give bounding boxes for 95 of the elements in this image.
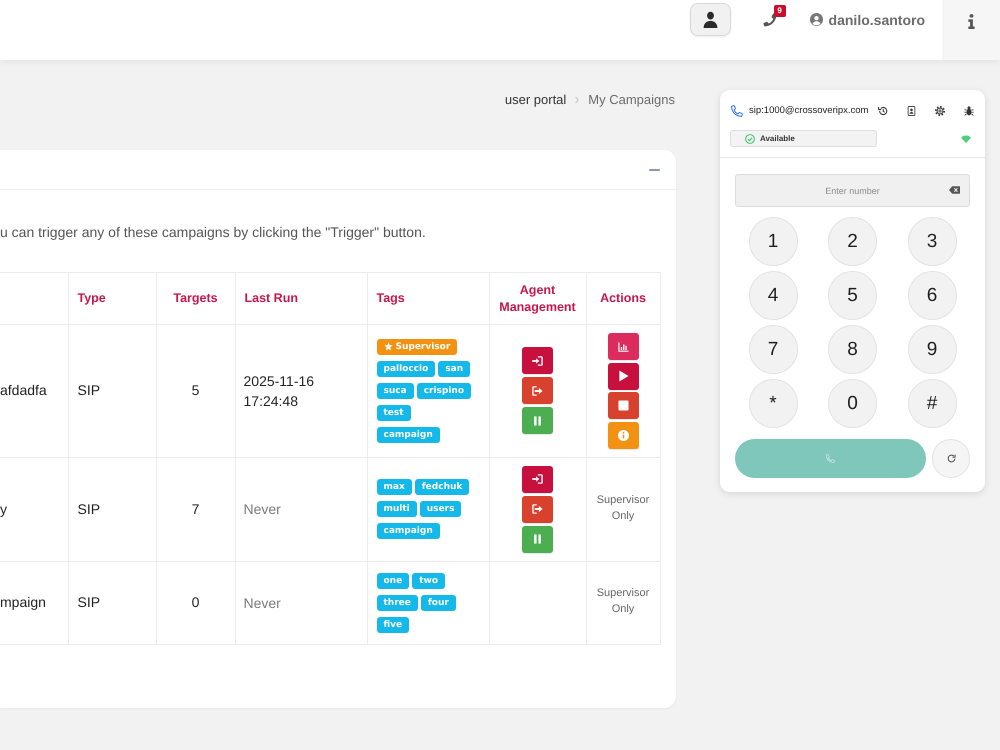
- history-icon[interactable]: [878, 106, 888, 116]
- pause-button[interactable]: [522, 407, 553, 434]
- supervisor-only-note: Supervisor Only: [596, 586, 650, 617]
- tag: test: [376, 404, 411, 421]
- play-button[interactable]: [608, 362, 638, 390]
- sip-account: sip:1000@crossoveripx.com: [749, 105, 868, 117]
- tag: max: [376, 479, 412, 495]
- pause-button[interactable]: [522, 526, 553, 552]
- phone-icon: [826, 454, 835, 463]
- info-icon: [618, 430, 628, 440]
- table-cell: afdadfa: [0, 324, 68, 457]
- table-cell: mpaign: [0, 561, 68, 644]
- tag: two: [412, 572, 446, 588]
- settings-icon[interactable]: [935, 106, 945, 116]
- info-icon: [968, 14, 974, 29]
- table-cell: 7: [156, 457, 235, 561]
- logout-button[interactable]: [522, 377, 553, 404]
- user-menu-button[interactable]: danilo.santoro: [810, 10, 925, 28]
- pause-icon: [533, 534, 542, 544]
- status-selector[interactable]: Available: [730, 130, 877, 147]
- dial-key[interactable]: 0: [828, 379, 877, 428]
- table-cell: SIP: [68, 457, 156, 561]
- check-circle-icon: [745, 134, 755, 144]
- tag: san: [438, 360, 470, 377]
- column-header: Targets: [156, 272, 235, 324]
- breadcrumb-current: My Campaigns: [588, 92, 675, 108]
- tag: campaign: [376, 523, 440, 539]
- dial-key[interactable]: 8: [828, 325, 877, 374]
- pause-icon: [533, 416, 542, 426]
- profile-button[interactable]: [690, 3, 731, 36]
- dial-key[interactable]: #: [908, 379, 956, 428]
- table-cell: SIP: [68, 561, 156, 644]
- refresh-icon: [946, 454, 956, 463]
- info-button[interactable]: [608, 422, 638, 448]
- dial-key[interactable]: 6: [908, 271, 956, 320]
- stats-button[interactable]: [608, 333, 638, 360]
- tag: three: [376, 594, 418, 610]
- table-cell: Never: [235, 561, 367, 644]
- dial-key[interactable]: 9: [908, 325, 956, 374]
- person-icon: [702, 11, 718, 28]
- logout-button[interactable]: [522, 496, 553, 522]
- stop-icon: [618, 400, 628, 411]
- tag: users: [420, 501, 462, 517]
- login-button[interactable]: [522, 466, 553, 492]
- tag: suca: [376, 382, 414, 399]
- backspace-icon[interactable]: [949, 186, 960, 194]
- minus-icon[interactable]: [649, 168, 660, 170]
- column-header: Tags: [367, 272, 489, 324]
- column-header: Last Run: [235, 272, 367, 324]
- description-text: u can trigger any of these campaigns by clicking the "Trigger" button.: [0, 223, 426, 241]
- bug-icon[interactable]: [964, 106, 974, 116]
- user-circle-icon: [810, 13, 823, 26]
- tag: campaign: [376, 426, 440, 443]
- login-icon: [532, 356, 543, 366]
- tag: fedchuk: [414, 479, 470, 495]
- number-field[interactable]: Enter number: [735, 174, 970, 207]
- tag: palloccio: [376, 360, 436, 377]
- tag: crispino: [416, 382, 472, 399]
- tag: one: [376, 572, 410, 588]
- dial-key[interactable]: 3: [908, 217, 956, 266]
- dial-key[interactable]: 5: [828, 271, 877, 320]
- logout-icon: [532, 386, 543, 396]
- dial-key[interactable]: 2: [828, 217, 877, 266]
- wifi-icon: [961, 134, 971, 142]
- column-header: Type: [68, 272, 156, 324]
- tag-label: Supervisor: [396, 340, 450, 354]
- notification-badge: 9: [774, 4, 786, 16]
- dial-key[interactable]: *: [748, 379, 798, 428]
- table-cell: 0: [156, 561, 235, 644]
- table-cell: SIP: [68, 324, 156, 457]
- column-header: Actions: [586, 272, 660, 324]
- breadcrumb-link[interactable]: user portal: [504, 92, 566, 108]
- table-cell: Never: [235, 457, 367, 561]
- table-cell: y: [0, 457, 68, 561]
- tag: five: [376, 616, 410, 632]
- column-header: Agent Management: [489, 272, 586, 324]
- phone-icon[interactable]: [762, 12, 777, 26]
- star-icon: [384, 342, 392, 352]
- supervisor-only-note: Supervisor Only: [596, 492, 650, 524]
- stop-button[interactable]: [608, 392, 638, 419]
- contact-book-icon[interactable]: [907, 106, 916, 116]
- dial-key[interactable]: 7: [748, 325, 798, 374]
- login-button[interactable]: [522, 347, 553, 374]
- dial-key[interactable]: 4: [748, 271, 798, 320]
- tag: four: [420, 594, 456, 610]
- bar-chart-icon: [618, 342, 628, 352]
- table-cell: 2025-11-16 17:24:48: [235, 324, 367, 457]
- chevron-right-icon: [575, 96, 580, 104]
- login-icon: [532, 474, 543, 484]
- play-icon: [618, 370, 628, 382]
- tag: multi: [376, 501, 417, 517]
- logout-icon: [532, 504, 543, 514]
- phone-icon: [731, 105, 743, 117]
- dial-key[interactable]: 1: [748, 217, 798, 266]
- table-cell: 5: [156, 324, 235, 457]
